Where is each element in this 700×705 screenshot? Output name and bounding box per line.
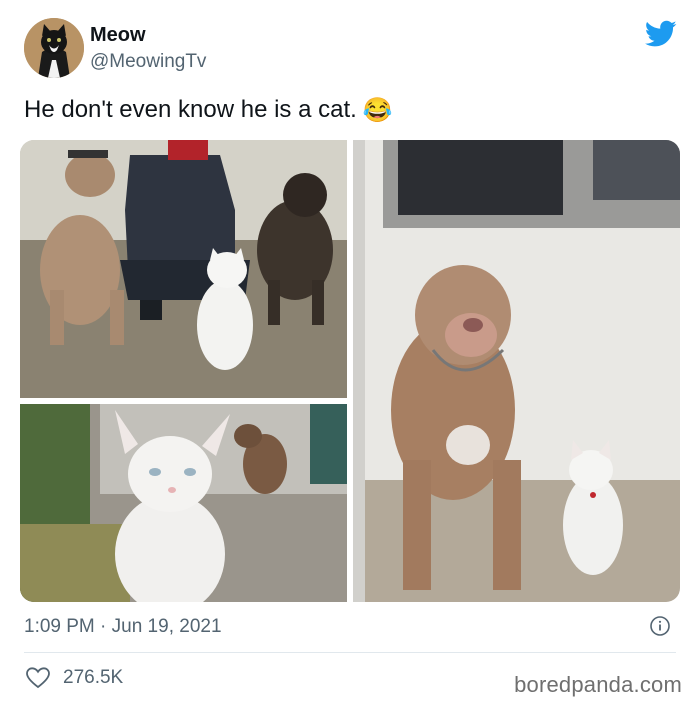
watermark: boredpanda.com	[514, 672, 682, 697]
like-count[interactable]: 276.5K	[63, 667, 123, 689]
photo-cat-closeup[interactable]	[20, 404, 347, 602]
tweet-media-grid[interactable]	[20, 140, 680, 602]
author-handle[interactable]: @MeowingTv	[90, 51, 206, 73]
tweet-text-content: He don't even know he is a cat.	[24, 96, 357, 123]
avatar[interactable]	[24, 18, 84, 78]
tears-of-joy-emoji: 😂	[362, 97, 393, 125]
divider	[24, 652, 676, 653]
twitter-bird-icon[interactable]	[645, 20, 677, 48]
info-icon[interactable]	[650, 616, 670, 636]
tweet-text: He don't even know he is a cat. 😂	[24, 96, 393, 125]
photo-dogs-with-man[interactable]	[20, 140, 347, 398]
photo-dog-and-cat-by-wall[interactable]	[353, 140, 680, 602]
heart-icon[interactable]	[26, 667, 50, 689]
author-name[interactable]: Meow	[90, 24, 146, 47]
cat-avatar-image	[24, 18, 84, 78]
timestamp[interactable]: 1:09 PM · Jun 19, 2021	[24, 616, 222, 638]
